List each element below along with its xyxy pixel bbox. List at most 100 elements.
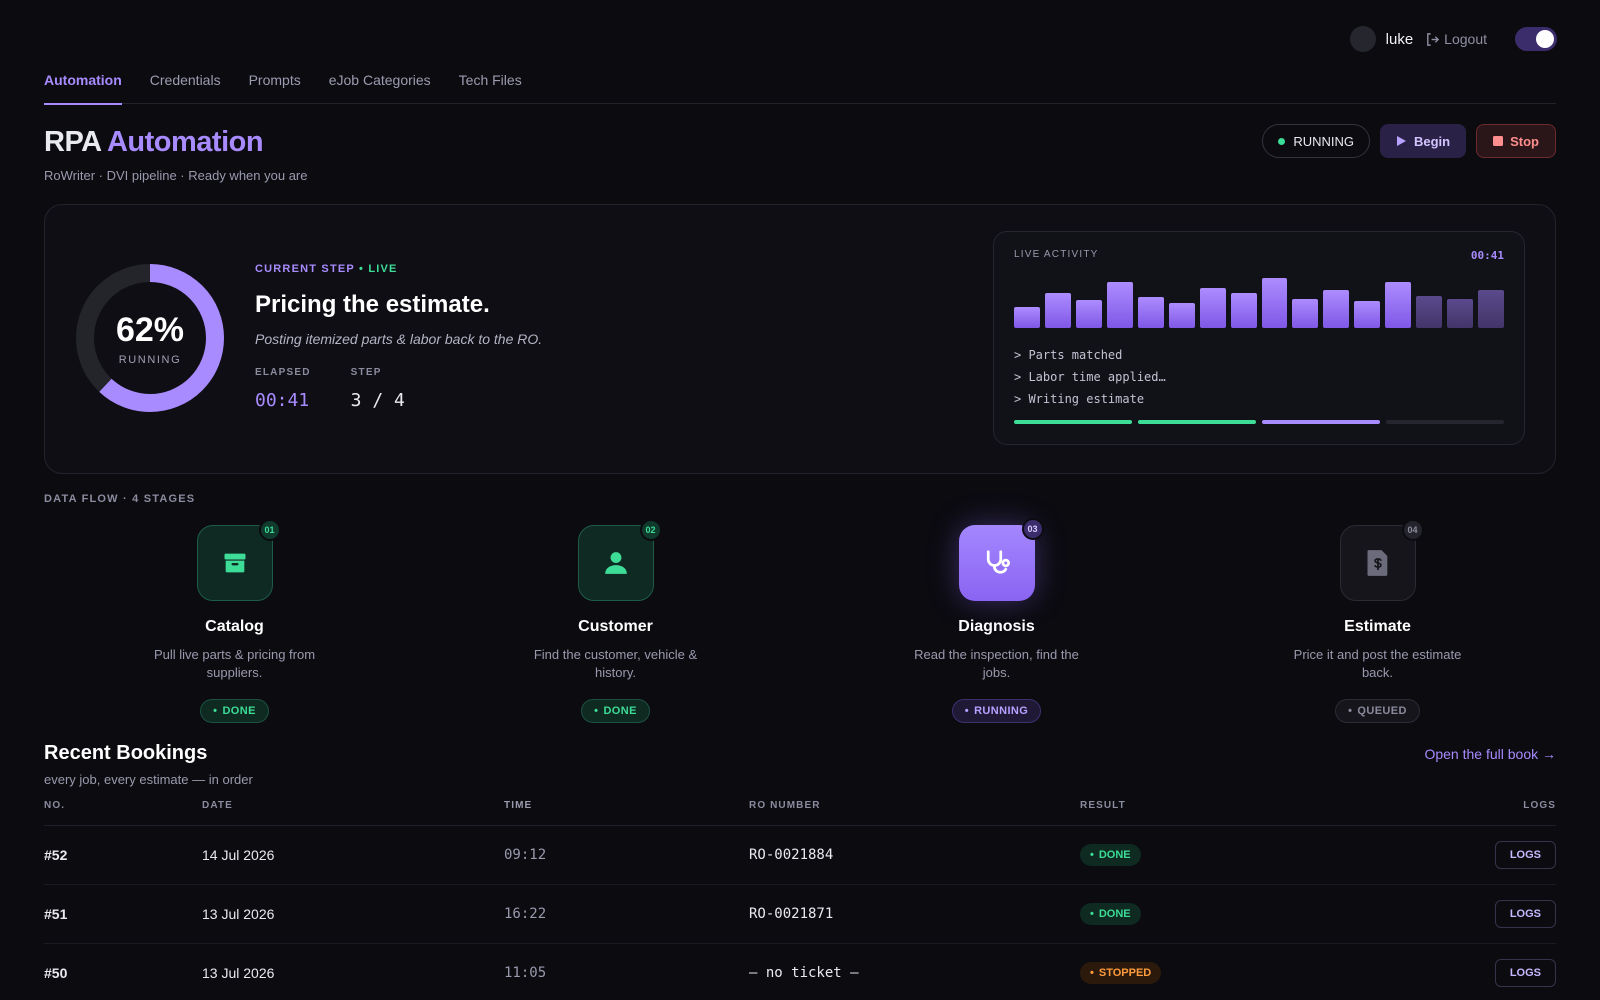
- page-subtitle: RoWriter · DVI pipeline · Ready when you…: [44, 168, 308, 183]
- step-value: 3 / 4: [350, 390, 405, 411]
- step-stat: STEP 3 / 4: [351, 367, 405, 411]
- elapsed-value: 00:41: [255, 390, 310, 411]
- stage-estimate[interactable]: 04 Estimate Price it and post the estima…: [1187, 519, 1568, 723]
- stage-diagnosis[interactable]: 03 Diagnosis Read the inspection, find t…: [806, 518, 1187, 723]
- data-flow-label: DATA FLOW · 4 STAGES: [44, 493, 196, 505]
- stethoscope-icon: [986, 550, 1010, 574]
- stage-icon-box: 01: [196, 519, 281, 601]
- progress-ring-text: 62% RUNNING: [75, 263, 225, 413]
- progress-segment: [1386, 420, 1504, 424]
- table-row[interactable]: #50 13 Jul 2026 11:05 — no ticket — • ST…: [44, 944, 1556, 1000]
- activity-log: > Parts matched > Labor time applied… > …: [1014, 344, 1166, 410]
- bookings-table: NO. DATE TIME RO NUMBER RESULT LOGS #52 …: [44, 800, 1556, 1000]
- stage-status-label: QUEUED: [1357, 705, 1407, 717]
- tab-ejob-categories[interactable]: eJob Categories: [329, 70, 431, 104]
- stop-button[interactable]: Stop: [1476, 124, 1556, 158]
- logs-button[interactable]: LOGS: [1494, 841, 1556, 869]
- progress-state: RUNNING: [118, 353, 182, 366]
- column-header-ro-number[interactable]: RO NUMBER: [749, 800, 1080, 825]
- column-header-time[interactable]: TIME: [504, 800, 749, 825]
- activity-bar: [1354, 301, 1381, 328]
- result-label: STOPPED: [1098, 967, 1152, 979]
- tab-automation[interactable]: Automation: [44, 70, 122, 105]
- stage-name: Customer: [578, 618, 653, 635]
- elapsed-label: ELAPSED: [255, 367, 311, 378]
- stage-number: 03: [1021, 518, 1044, 540]
- booking-ro-number: RO-0021884: [749, 847, 834, 863]
- booking-date: 13 Jul 2026: [202, 965, 275, 981]
- live-activity-panel: LIVE ACTIVITY 00:41 > Parts matched > La…: [993, 231, 1525, 445]
- current-step-card: 62% RUNNING CURRENT STEP • LIVE Pricing …: [44, 204, 1556, 474]
- run-status-label: RUNNING: [1293, 133, 1354, 149]
- activity-bar: [1416, 295, 1443, 328]
- logout-label: Logout: [1444, 31, 1487, 47]
- logs-button[interactable]: LOGS: [1494, 959, 1556, 987]
- step-label: STEP: [350, 367, 382, 378]
- activity-bar: [1385, 282, 1412, 328]
- activity-progress-segments: [1014, 420, 1504, 424]
- booking-logs: LOGS: [1456, 841, 1556, 869]
- live-indicator: • LIVE: [359, 263, 398, 275]
- activity-bar: [1230, 293, 1257, 328]
- tab-credentials[interactable]: Credentials: [150, 70, 221, 104]
- progress-percent: 62%: [115, 310, 185, 349]
- activity-time: 00:41: [1470, 249, 1504, 262]
- stage-number: 02: [639, 519, 662, 541]
- tab-prompts[interactable]: Prompts: [249, 70, 301, 104]
- toggle-knob: [1536, 30, 1554, 48]
- booking-number: #50: [44, 965, 68, 981]
- table-header: NO. DATE TIME RO NUMBER RESULT LOGS: [44, 800, 1556, 826]
- result-badge: • DONE: [1080, 844, 1141, 866]
- booking-number: #51: [44, 906, 68, 922]
- stop-label: Stop: [1510, 133, 1539, 149]
- begin-button[interactable]: Begin: [1379, 124, 1467, 158]
- activity-title: LIVE ACTIVITY: [1014, 249, 1099, 260]
- stage-description: Find the customer, vehicle & history.: [533, 647, 698, 680]
- table-row[interactable]: #51 13 Jul 2026 16:22 RO-0021871 • DONE …: [44, 885, 1556, 944]
- activity-bars: [1014, 272, 1504, 328]
- log-line: > Writing estimate: [1014, 392, 1145, 406]
- booking-result: • STOPPED: [1080, 962, 1456, 984]
- logout-link[interactable]: Logout: [1425, 31, 1487, 47]
- open-full-book-link[interactable]: Open the full book →: [1424, 746, 1556, 762]
- stage-name: Estimate: [1344, 618, 1411, 635]
- stage-status-badge: • QUEUED: [1335, 699, 1420, 723]
- activity-bar: [1292, 298, 1319, 328]
- step-title: Pricing the estimate.: [255, 291, 490, 318]
- stage-name: Diagnosis: [958, 618, 1035, 635]
- stage-status-label: DONE: [222, 705, 256, 717]
- column-header-date[interactable]: DATE: [202, 800, 504, 825]
- table-row[interactable]: #52 14 Jul 2026 09:12 RO-0021884 • DONE …: [44, 826, 1556, 885]
- tab-tech-files[interactable]: Tech Files: [459, 70, 522, 104]
- booking-date: 14 Jul 2026: [202, 847, 275, 863]
- data-flow-stages: 01 Catalog Pull live parts & pricing fro…: [44, 518, 1568, 723]
- invoice-icon: [1367, 550, 1387, 576]
- step-stats: ELAPSED 00:41 STEP 3 / 4: [255, 367, 542, 411]
- logout-icon: [1427, 32, 1440, 46]
- stage-status-badge: • DONE: [200, 699, 269, 723]
- tab-bar: Automation Credentials Prompts eJob Cate…: [44, 70, 1556, 105]
- booking-result: • DONE: [1080, 844, 1456, 866]
- stage-catalog[interactable]: 01 Catalog Pull live parts & pricing fro…: [44, 519, 425, 723]
- stage-status-badge: • DONE: [581, 699, 650, 723]
- stage-description: Price it and post the estimate back.: [1293, 647, 1462, 680]
- column-header-logs-label[interactable]: LOGS: [1523, 800, 1556, 825]
- log-line: > Parts matched: [1014, 348, 1123, 362]
- booking-time: 16:22: [504, 906, 547, 922]
- logs-button[interactable]: LOGS: [1494, 900, 1556, 928]
- theme-toggle[interactable]: [1515, 27, 1557, 51]
- booking-logs: LOGS: [1456, 900, 1556, 928]
- step-info: CURRENT STEP • LIVE Pricing the estimate…: [255, 263, 542, 411]
- column-header-no[interactable]: NO.: [44, 800, 202, 825]
- stage-customer[interactable]: 02 Customer Find the customer, vehicle &…: [425, 519, 806, 723]
- result-label: DONE: [1098, 849, 1131, 861]
- activity-bar: [1014, 306, 1040, 328]
- activity-bar: [1261, 277, 1288, 328]
- stage-name: Catalog: [205, 618, 264, 635]
- result-badge: • STOPPED: [1080, 962, 1162, 984]
- booking-ro-number: RO-0021871: [749, 906, 834, 922]
- avatar[interactable]: [1349, 26, 1376, 52]
- activity-bar: [1323, 289, 1350, 328]
- column-header-result[interactable]: RESULT: [1080, 800, 1456, 825]
- booking-number: #52: [44, 847, 68, 863]
